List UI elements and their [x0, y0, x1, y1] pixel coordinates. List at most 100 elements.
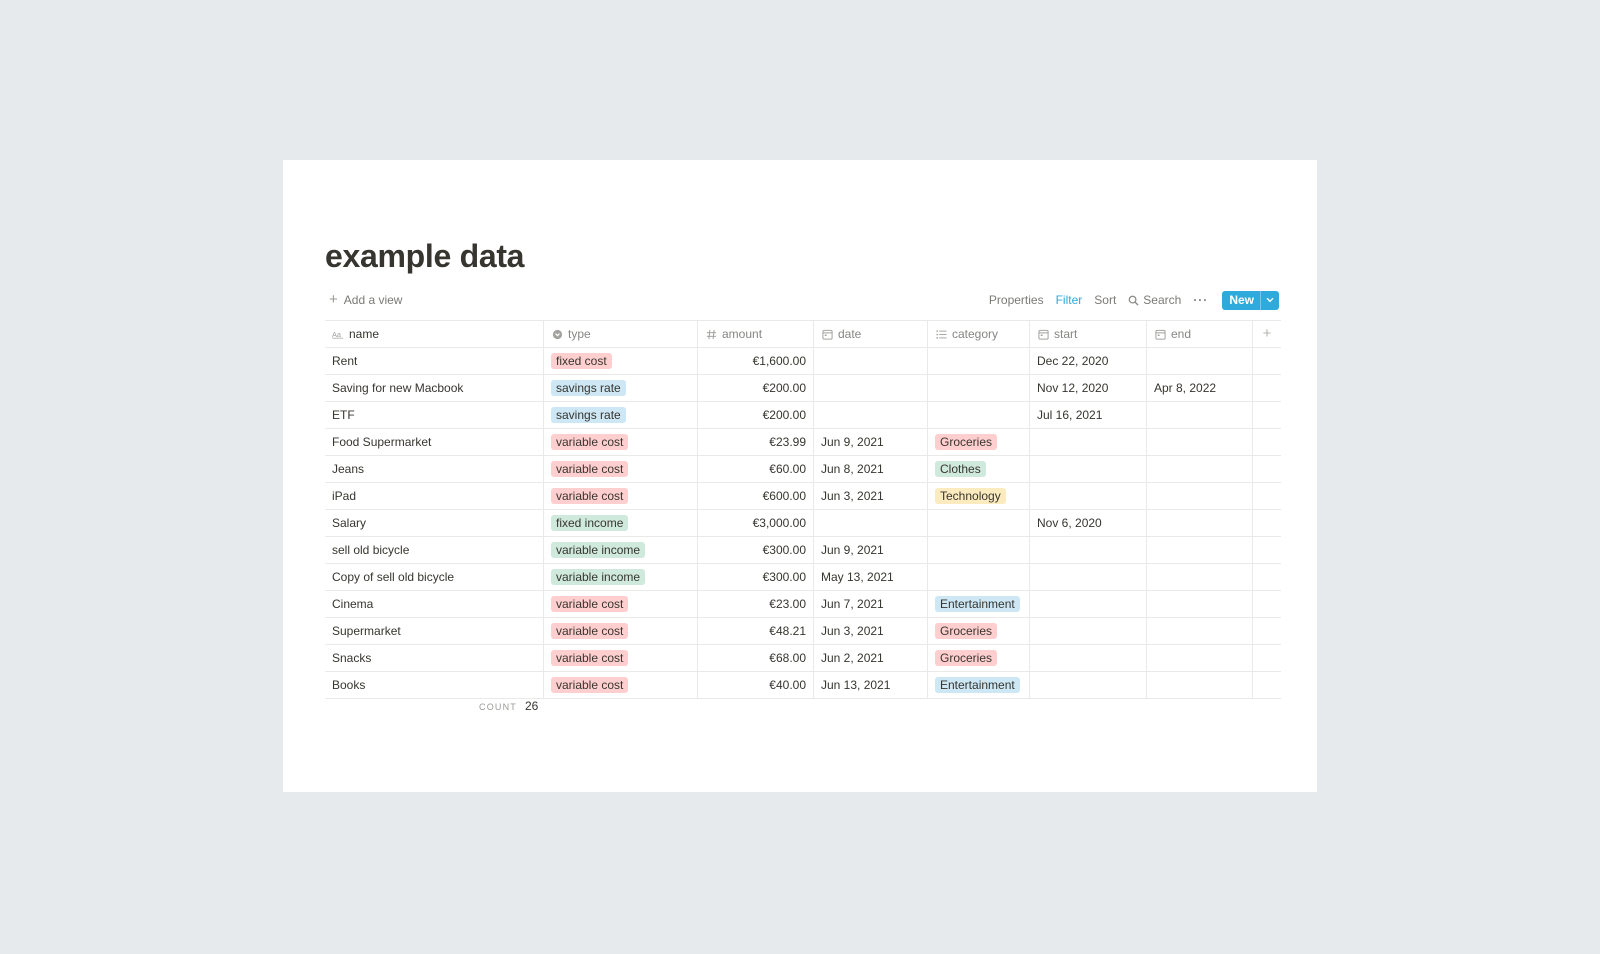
end-cell[interactable]: [1147, 429, 1253, 455]
column-header-name[interactable]: Aa name: [325, 321, 544, 347]
column-header-end[interactable]: end: [1147, 321, 1253, 347]
type-cell[interactable]: variable cost: [544, 483, 698, 509]
amount-cell[interactable]: €60.00: [698, 456, 814, 482]
start-cell[interactable]: [1030, 672, 1147, 698]
name-cell[interactable]: sell old bicycle: [325, 537, 544, 563]
category-cell[interactable]: Clothes: [928, 456, 1030, 482]
column-header-date[interactable]: date: [814, 321, 928, 347]
type-cell[interactable]: savings rate: [544, 375, 698, 401]
category-cell[interactable]: [928, 510, 1030, 536]
table-row[interactable]: Rent fixed cost €1,600.00 Dec 22, 2020: [325, 348, 1281, 375]
new-button[interactable]: New: [1222, 291, 1260, 310]
end-cell[interactable]: [1147, 564, 1253, 590]
start-cell[interactable]: Dec 22, 2020: [1030, 348, 1147, 374]
amount-cell[interactable]: €200.00: [698, 375, 814, 401]
start-cell[interactable]: Jul 16, 2021: [1030, 402, 1147, 428]
end-cell[interactable]: [1147, 510, 1253, 536]
date-cell[interactable]: Jun 8, 2021: [814, 456, 928, 482]
end-cell[interactable]: [1147, 483, 1253, 509]
column-header-category[interactable]: category: [928, 321, 1030, 347]
date-cell[interactable]: Jun 9, 2021: [814, 429, 928, 455]
start-cell[interactable]: [1030, 537, 1147, 563]
category-cell[interactable]: Entertainment: [928, 672, 1030, 698]
type-cell[interactable]: variable cost: [544, 429, 698, 455]
name-cell[interactable]: ETF: [325, 402, 544, 428]
name-cell[interactable]: Saving for new Macbook: [325, 375, 544, 401]
add-property-button[interactable]: +: [1253, 321, 1281, 347]
start-cell[interactable]: Nov 6, 2020: [1030, 510, 1147, 536]
name-cell[interactable]: Salary: [325, 510, 544, 536]
search-button[interactable]: Search: [1122, 293, 1187, 307]
date-cell[interactable]: Jun 2, 2021: [814, 645, 928, 671]
type-cell[interactable]: fixed income: [544, 510, 698, 536]
name-cell[interactable]: Jeans: [325, 456, 544, 482]
amount-cell[interactable]: €40.00: [698, 672, 814, 698]
end-cell[interactable]: [1147, 402, 1253, 428]
end-cell[interactable]: [1147, 591, 1253, 617]
table-row[interactable]: Snacks variable cost €68.00 Jun 2, 2021 Groc…: [325, 645, 1281, 672]
amount-cell[interactable]: €1,600.00: [698, 348, 814, 374]
category-cell[interactable]: Entertainment: [928, 591, 1030, 617]
date-cell[interactable]: [814, 375, 928, 401]
column-header-amount[interactable]: amount: [698, 321, 814, 347]
table-row[interactable]: Jeans variable cost €60.00 Jun 8, 2021 Cloth…: [325, 456, 1281, 483]
amount-cell[interactable]: €600.00: [698, 483, 814, 509]
amount-cell[interactable]: €48.21: [698, 618, 814, 644]
start-cell[interactable]: [1030, 645, 1147, 671]
properties-button[interactable]: Properties: [983, 293, 1050, 307]
table-row[interactable]: Salary fixed income €3,000.00 Nov 6, 2020: [325, 510, 1281, 537]
table-row[interactable]: Saving for new Macbook savings rate €200.0…: [325, 375, 1281, 402]
name-cell[interactable]: Supermarket: [325, 618, 544, 644]
table-row[interactable]: Supermarket variable cost €48.21 Jun 3, 202…: [325, 618, 1281, 645]
page-title[interactable]: example data: [325, 238, 524, 275]
start-cell[interactable]: [1030, 591, 1147, 617]
filter-button[interactable]: Filter: [1050, 293, 1089, 307]
amount-cell[interactable]: €300.00: [698, 537, 814, 563]
amount-cell[interactable]: €200.00: [698, 402, 814, 428]
count-value[interactable]: 26: [525, 699, 538, 713]
date-cell[interactable]: Jun 3, 2021: [814, 483, 928, 509]
end-cell[interactable]: [1147, 645, 1253, 671]
amount-cell[interactable]: €300.00: [698, 564, 814, 590]
table-row[interactable]: Food Supermarket variable cost €23.99 Jun 9…: [325, 429, 1281, 456]
category-cell[interactable]: Groceries: [928, 429, 1030, 455]
type-cell[interactable]: fixed cost: [544, 348, 698, 374]
type-cell[interactable]: variable cost: [544, 456, 698, 482]
table-row[interactable]: Books variable cost €40.00 Jun 13, 2021 Ente…: [325, 672, 1281, 699]
column-header-start[interactable]: start: [1030, 321, 1147, 347]
end-cell[interactable]: [1147, 537, 1253, 563]
more-options-button[interactable]: ···: [1187, 293, 1214, 307]
name-cell[interactable]: Cinema: [325, 591, 544, 617]
table-row[interactable]: ETF savings rate €200.00 Jul 16, 2021: [325, 402, 1281, 429]
date-cell[interactable]: Jun 13, 2021: [814, 672, 928, 698]
category-cell[interactable]: Groceries: [928, 618, 1030, 644]
date-cell[interactable]: [814, 402, 928, 428]
date-cell[interactable]: Jun 9, 2021: [814, 537, 928, 563]
category-cell[interactable]: [928, 375, 1030, 401]
new-dropdown-button[interactable]: [1260, 290, 1279, 310]
date-cell[interactable]: Jun 7, 2021: [814, 591, 928, 617]
amount-cell[interactable]: €68.00: [698, 645, 814, 671]
type-cell[interactable]: savings rate: [544, 402, 698, 428]
start-cell[interactable]: [1030, 618, 1147, 644]
end-cell[interactable]: [1147, 618, 1253, 644]
name-cell[interactable]: Food Supermarket: [325, 429, 544, 455]
table-row[interactable]: sell old bicycle variable income €300.00 Ju…: [325, 537, 1281, 564]
category-cell[interactable]: Technology: [928, 483, 1030, 509]
date-cell[interactable]: [814, 510, 928, 536]
end-cell[interactable]: [1147, 456, 1253, 482]
date-cell[interactable]: May 13, 2021: [814, 564, 928, 590]
table-row[interactable]: Cinema variable cost €23.00 Jun 7, 2021 Ente…: [325, 591, 1281, 618]
name-cell[interactable]: Books: [325, 672, 544, 698]
amount-cell[interactable]: €3,000.00: [698, 510, 814, 536]
start-cell[interactable]: [1030, 456, 1147, 482]
add-view-button[interactable]: + Add a view: [329, 292, 402, 307]
name-cell[interactable]: Snacks: [325, 645, 544, 671]
end-cell[interactable]: [1147, 672, 1253, 698]
start-cell[interactable]: Nov 12, 2020: [1030, 375, 1147, 401]
table-row[interactable]: Copy of sell old bicycle variable income €…: [325, 564, 1281, 591]
name-cell[interactable]: Rent: [325, 348, 544, 374]
category-cell[interactable]: [928, 564, 1030, 590]
type-cell[interactable]: variable cost: [544, 591, 698, 617]
amount-cell[interactable]: €23.00: [698, 591, 814, 617]
